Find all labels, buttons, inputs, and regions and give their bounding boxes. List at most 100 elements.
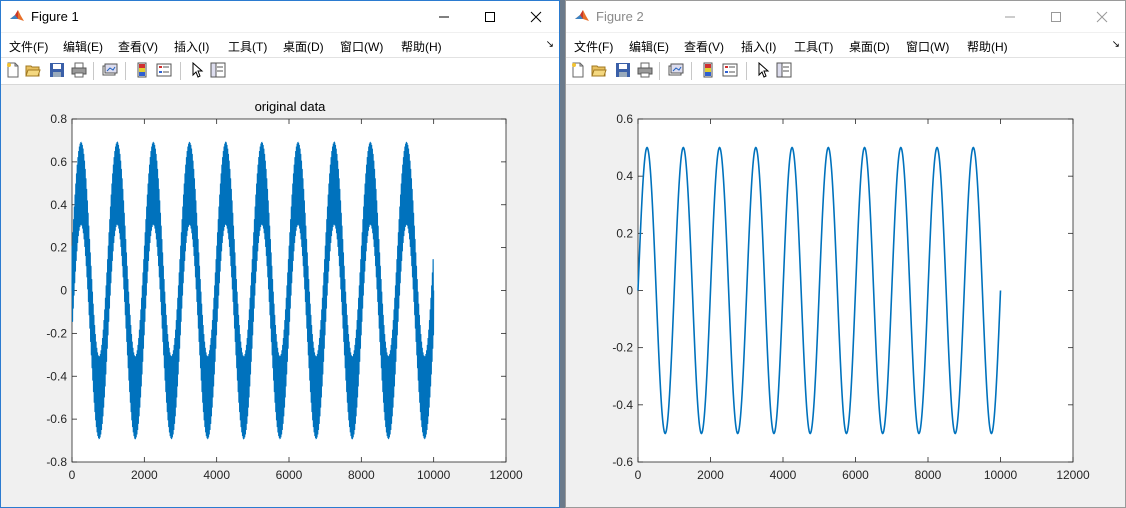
toolbar-separator	[93, 62, 94, 80]
minimize-button[interactable]	[421, 1, 467, 32]
menu-bar: 文件(F) 编辑(E) 查看(V) 插入(I) 工具(T) 桌面(D) 窗口(W…	[566, 33, 1125, 58]
figure-1-window: Figure 1 文件(F) 编辑(E) 查看(V) 插入(I) 工具(T) 桌…	[0, 0, 560, 508]
menu-insert[interactable]: 插入(I)	[174, 38, 209, 55]
y-tick-label: -0.2	[612, 341, 633, 355]
minimize-button[interactable]	[987, 1, 1033, 32]
menu-edit[interactable]: 编辑(E)	[63, 38, 103, 55]
menu-desktop[interactable]: 桌面(D)	[849, 38, 890, 55]
title-bar[interactable]: Figure 1	[1, 1, 559, 32]
y-tick-label: 0	[626, 284, 633, 298]
y-tick-label: -0.8	[46, 455, 67, 469]
toolbar	[566, 58, 1125, 85]
matlab-icon	[10, 10, 24, 21]
menu-help[interactable]: 帮助(H)	[401, 38, 442, 55]
x-tick-label: 10000	[417, 468, 451, 482]
x-tick-label: 12000	[1056, 468, 1090, 482]
menu-overflow-icon[interactable]: ↘	[546, 39, 554, 50]
legend-icon[interactable]	[156, 62, 172, 78]
x-tick-label: 4000	[203, 468, 230, 482]
menu-file[interactable]: 文件(F)	[574, 38, 613, 55]
x-tick-label: 6000	[842, 468, 869, 482]
menu-desktop[interactable]: 桌面(D)	[283, 38, 324, 55]
menu-view[interactable]: 查看(V)	[118, 38, 158, 55]
menu-tools[interactable]: 工具(T)	[794, 38, 833, 55]
maximize-button[interactable]	[467, 1, 513, 32]
x-tick-label: 12000	[489, 468, 523, 482]
toolbar-separator	[659, 62, 660, 80]
menu-file[interactable]: 文件(F)	[9, 38, 48, 55]
menu-tools[interactable]: 工具(T)	[228, 38, 267, 55]
y-tick-label: 0.2	[616, 226, 633, 240]
x-tick-label: 0	[69, 468, 76, 482]
menu-bar: 文件(F) 编辑(E) 查看(V) 插入(I) 工具(T) 桌面(D) 窗口(W…	[1, 33, 559, 58]
new-file-icon[interactable]	[5, 62, 21, 78]
menu-window[interactable]: 窗口(W)	[340, 38, 383, 55]
toolbar	[1, 58, 559, 85]
y-tick-label: -0.4	[46, 369, 67, 383]
toolbar-separator	[746, 62, 747, 80]
x-tick-label: 4000	[770, 468, 797, 482]
minimize-icon	[1005, 16, 1015, 17]
menu-view[interactable]: 查看(V)	[684, 38, 724, 55]
menu-help[interactable]: 帮助(H)	[967, 38, 1008, 55]
maximize-icon	[1051, 11, 1061, 22]
print-icon[interactable]	[71, 62, 87, 78]
colorbar-icon[interactable]	[134, 62, 150, 78]
property-inspector-icon[interactable]	[210, 62, 226, 78]
axes-1[interactable]: 0 2000 4000 6000 8000 10000 12000 0.8 0.6 0.4 0.2 0…	[1, 85, 559, 508]
link-plot-icon[interactable]	[668, 62, 684, 78]
pointer-icon[interactable]	[755, 62, 771, 78]
y-tick-label: 0.4	[616, 169, 633, 183]
y-tick-label: -0.2	[46, 326, 67, 340]
x-tick-label: 0	[635, 468, 642, 482]
y-tick-label: -0.6	[46, 412, 67, 426]
colorbar-icon[interactable]	[700, 62, 716, 78]
menu-insert[interactable]: 插入(I)	[741, 38, 776, 55]
matlab-icon	[575, 10, 589, 21]
property-inspector-icon[interactable]	[776, 62, 792, 78]
menu-window[interactable]: 窗口(W)	[906, 38, 949, 55]
close-icon	[530, 11, 542, 22]
y-tick-label: 0.4	[50, 198, 67, 212]
title-bar[interactable]: Figure 2	[566, 1, 1125, 32]
figure-2-window: Figure 2 文件(F) 编辑(E) 查看(V) 插入(I) 工具(T) 桌…	[565, 0, 1126, 508]
maximize-button[interactable]	[1033, 1, 1079, 32]
save-icon[interactable]	[615, 62, 631, 78]
plot-title: original data	[255, 99, 327, 114]
legend-icon[interactable]	[722, 62, 738, 78]
close-button[interactable]	[1079, 1, 1125, 32]
window-title: Figure 1	[31, 9, 79, 24]
y-tick-label: 0.2	[50, 241, 67, 255]
pointer-icon[interactable]	[189, 62, 205, 78]
menu-edit[interactable]: 编辑(E)	[629, 38, 669, 55]
plot-area: 0 2000 4000 6000 8000 10000 12000 0.8 0.6 0.4 0.2 0…	[1, 85, 559, 507]
menu-overflow-icon[interactable]: ↘	[1112, 39, 1120, 50]
y-tick-label: 0.8	[50, 112, 67, 126]
x-tick-label: 10000	[984, 468, 1018, 482]
window-title: Figure 2	[596, 9, 644, 24]
toolbar-separator	[125, 62, 126, 80]
x-tick-label: 8000	[915, 468, 942, 482]
print-icon[interactable]	[637, 62, 653, 78]
x-tick-label: 8000	[348, 468, 375, 482]
toolbar-separator	[691, 62, 692, 80]
x-tick-label: 2000	[131, 468, 158, 482]
save-icon[interactable]	[49, 62, 65, 78]
y-tick-label: 0	[60, 284, 67, 298]
minimize-icon	[439, 16, 449, 17]
close-icon	[1096, 11, 1108, 22]
y-tick-label: -0.6	[612, 455, 633, 469]
close-button[interactable]	[513, 1, 559, 32]
x-tick-label: 2000	[697, 468, 724, 482]
new-file-icon[interactable]	[570, 62, 586, 78]
open-folder-icon[interactable]	[25, 62, 41, 78]
link-plot-icon[interactable]	[102, 62, 118, 78]
open-folder-icon[interactable]	[591, 62, 607, 78]
x-tick-label: 6000	[276, 468, 303, 482]
toolbar-separator	[180, 62, 181, 80]
plot-area: 0 2000 4000 6000 8000 10000 12000 0.6 0.4 0.2 0 -0.…	[566, 85, 1125, 507]
axes-2[interactable]: 0 2000 4000 6000 8000 10000 120000.60.40.20-0.…	[566, 85, 1125, 508]
y-tick-label: -0.4	[612, 398, 633, 412]
y-tick-label: 0.6	[616, 112, 633, 126]
y-tick-label: 0.6	[50, 155, 67, 169]
